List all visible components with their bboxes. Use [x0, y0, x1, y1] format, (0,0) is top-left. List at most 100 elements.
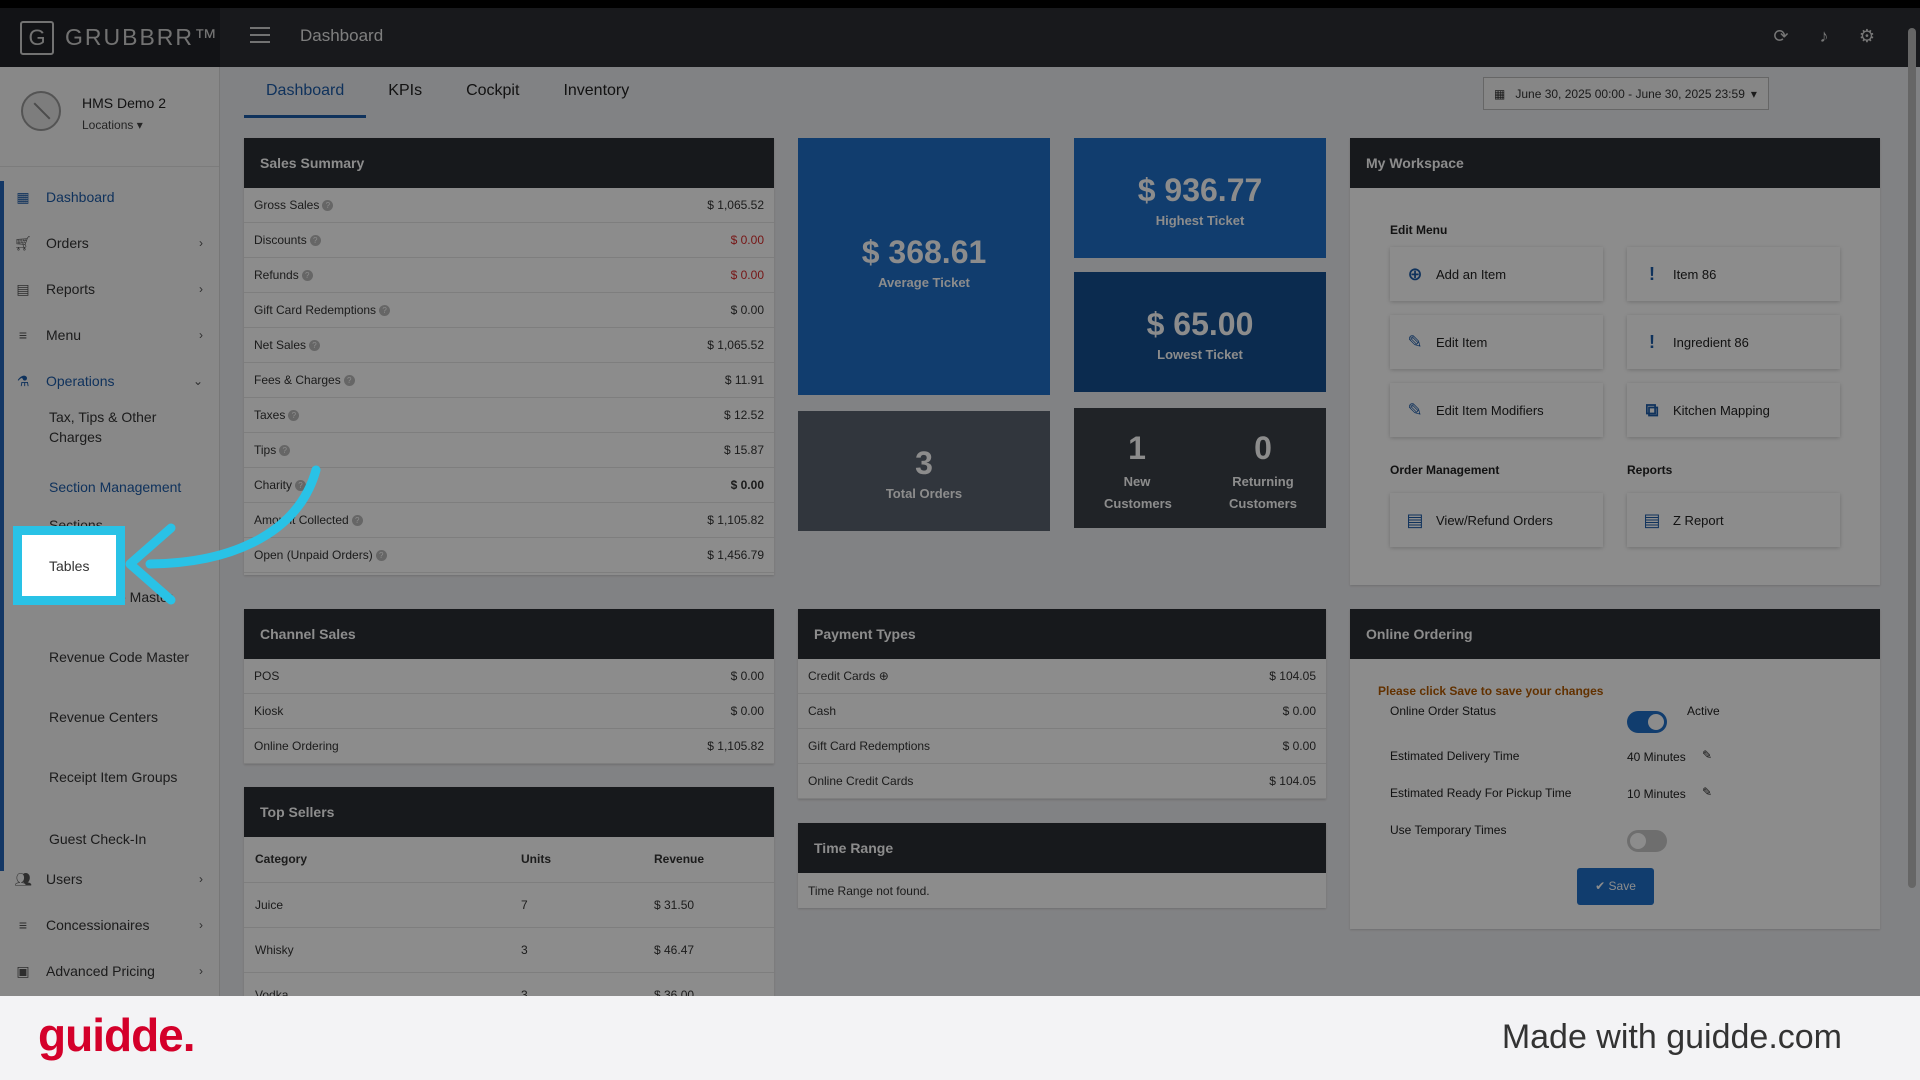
exclamation-icon: ! [1649, 263, 1655, 284]
table-header-row: Category Units Revenue [244, 837, 774, 883]
row-label: Kiosk [254, 704, 284, 718]
button-label: Edit Item [1436, 334, 1488, 350]
sidebar-subitem-label: Revenue Code Master [49, 649, 190, 665]
calendar-icon: ▦ [1494, 86, 1506, 101]
tab-cockpit[interactable]: Cockpit [444, 67, 541, 118]
date-range-text: June 30, 2025 00:00 - June 30, 2025 23:5… [1515, 86, 1745, 101]
plus-circle-icon[interactable]: ⊕ [879, 669, 889, 683]
bell-icon[interactable]: ♪ [1813, 25, 1835, 47]
sidebar-subitem-receipt-item-groups[interactable]: Receipt Item Groups [49, 767, 199, 787]
card-title: Top Sellers [244, 787, 774, 837]
online-order-status-value: Active [1687, 704, 1720, 718]
button-label: Item 86 [1673, 266, 1717, 282]
table-cell: $ 36.00 [643, 972, 774, 996]
sidebar-item-advanced-pricing[interactable]: ▣ Advanced Pricing › [0, 954, 219, 988]
sidebar-subitem-revenue-code[interactable]: Revenue Code Master [49, 647, 199, 667]
sidebar-subitem-label: Revenue Centers [49, 709, 158, 725]
button-label: Edit Item Modifiers [1436, 402, 1544, 418]
main-content: Dashboard KPIs Cockpit Inventory ▦ June … [220, 67, 1920, 996]
online-order-status-label: Online Order Status [1390, 704, 1497, 718]
date-range-picker[interactable]: ▦ June 30, 2025 00:00 - June 30, 2025 23… [1483, 77, 1769, 110]
sidebar-subitem-guest-check-in[interactable]: Guest Check-In [49, 829, 199, 849]
save-button[interactable]: ✔ Save [1577, 868, 1654, 905]
channel-sales-card: Channel Sales POS $ 0.00 Kiosk $ 0.00 Onli… [244, 609, 774, 764]
caret-down-icon: ▾ [1750, 86, 1757, 101]
table-cell: 7 [510, 882, 643, 928]
table-cell: 3 [510, 972, 643, 996]
row-label: Online Credit Cards [808, 774, 914, 788]
new-customers-label: New Customers [1104, 474, 1172, 511]
top-sellers-card: Top Sellers Category Units Revenue Juice… [244, 787, 774, 996]
money-icon: ▣ [16, 962, 30, 979]
returning-customers-block: 0 Returning Customers [1200, 408, 1326, 528]
ingredient-86-button[interactable]: ! Ingredient 86 [1627, 315, 1840, 369]
order-management-label: Order Management [1390, 463, 1500, 477]
average-ticket-tile: $ 368.61 Average Ticket [798, 138, 1050, 395]
row-value: $ 12.52 [723, 408, 764, 422]
scrollbar[interactable] [1908, 28, 1916, 888]
table-cell: $ 46.47 [643, 927, 774, 973]
pencil-icon[interactable]: ✎ [1702, 785, 1712, 799]
row-value: $ 0.00 [730, 268, 764, 282]
guidde-footer: guidde. Made with guidde.com [0, 996, 1920, 1080]
pickup-time-value: 10 Minutes [1627, 787, 1686, 801]
column-header: Units [510, 837, 643, 883]
z-report-button[interactable]: ▤ Z Report [1627, 493, 1840, 547]
list-icon: ≡ [18, 917, 28, 933]
lowest-ticket-tile: $ 65.00 Lowest Ticket [1074, 272, 1326, 392]
online-ordering-card: Online Ordering Please click Save to sav… [1350, 609, 1880, 929]
pencil-icon[interactable]: ✎ [1702, 748, 1712, 762]
app-window: G GRUBBRR™ Dashboard ⟳ ♪ ⚙ HMS Demo 2 Lo… [0, 8, 1920, 996]
table-cell: Whisky [244, 927, 510, 973]
view-refund-orders-button[interactable]: ▤ View/Refund Orders [1390, 493, 1603, 547]
card-title: Payment Types [798, 609, 1326, 659]
top-sellers-table: Category Units Revenue Juice 7 $ 31.50 W… [244, 837, 774, 996]
online-order-status-toggle[interactable] [1627, 711, 1667, 733]
sidebar-item-concessionaires[interactable]: ≡ Concessionaires › [0, 908, 219, 942]
row-value: $ 11.91 [724, 373, 764, 387]
new-customers-block: 1 New Customers [1074, 408, 1200, 528]
sidebar-item-label: Concessionaires [46, 917, 150, 933]
row-value: $ 0.00 [730, 478, 764, 492]
row-label: Gift Card Redemptions [808, 739, 931, 753]
made-with-text: Made with guidde.com [1501, 1018, 1842, 1056]
total-orders-value: 3 [915, 445, 933, 481]
card-title: Time Range [798, 823, 1326, 873]
total-orders-label: Total Orders [885, 486, 963, 501]
row-label: Credit Cards [808, 669, 876, 683]
pickup-time-label: Estimated Ready For Pickup Time [1390, 786, 1572, 800]
edit-menu-label: Edit Menu [1390, 223, 1448, 237]
add-item-button[interactable]: ⊕ Add an Item [1390, 247, 1603, 301]
tab-inventory[interactable]: Inventory [541, 67, 651, 118]
payment-types-card: Payment Types Credit Cards ⊕ $ 104.05 Cas… [798, 609, 1326, 799]
kitchen-mapping-button[interactable]: ⧉ Kitchen Mapping [1627, 383, 1840, 437]
sidebar-item-label: Users [46, 871, 83, 887]
sidebar-subitem-revenue-centers[interactable]: Revenue Centers [49, 707, 199, 727]
sitemap-icon: ⧉ [1645, 399, 1659, 420]
row-value: $ 0.00 [1282, 739, 1316, 753]
document-icon: ▤ [1406, 509, 1424, 530]
item-86-button[interactable]: ! Item 86 [1627, 247, 1840, 301]
edit-item-modifiers-button[interactable]: ✎ Edit Item Modifiers [1390, 383, 1603, 437]
row-value: $ 0.00 [730, 303, 764, 317]
lowest-ticket-value: $ 65.00 [1146, 306, 1254, 342]
gear-icon[interactable]: ⚙ [1856, 25, 1878, 47]
edit-item-button[interactable]: ✎ Edit Item [1390, 315, 1603, 369]
row-value: $ 0.00 [1282, 704, 1316, 718]
users-icon: 👥︎ [14, 870, 32, 887]
workspace-card: My Workspace Edit Menu ⊕ Add an Item ! Ite… [1350, 138, 1880, 585]
sidebar-subitem-label: Receipt Item Groups [49, 769, 178, 785]
document-icon: ▤ [1643, 509, 1661, 530]
plus-circle-icon: ⊕ [1407, 263, 1423, 284]
sidebar-item-users[interactable]: 👥︎ Users › [0, 862, 219, 896]
chevron-right-icon: › [199, 872, 203, 886]
table-cell: 3 [510, 927, 643, 973]
delivery-time-label: Estimated Delivery Time [1390, 749, 1520, 763]
row-value: $ 1,105.82 [707, 513, 764, 527]
guidde-logo: guidde. [38, 1009, 196, 1061]
exclamation-icon: ! [1649, 331, 1655, 352]
temporary-times-toggle[interactable] [1627, 830, 1667, 852]
refresh-icon[interactable]: ⟳ [1770, 25, 1792, 47]
row-value: $ 0.00 [730, 704, 764, 718]
reports-label: Reports [1627, 463, 1673, 477]
